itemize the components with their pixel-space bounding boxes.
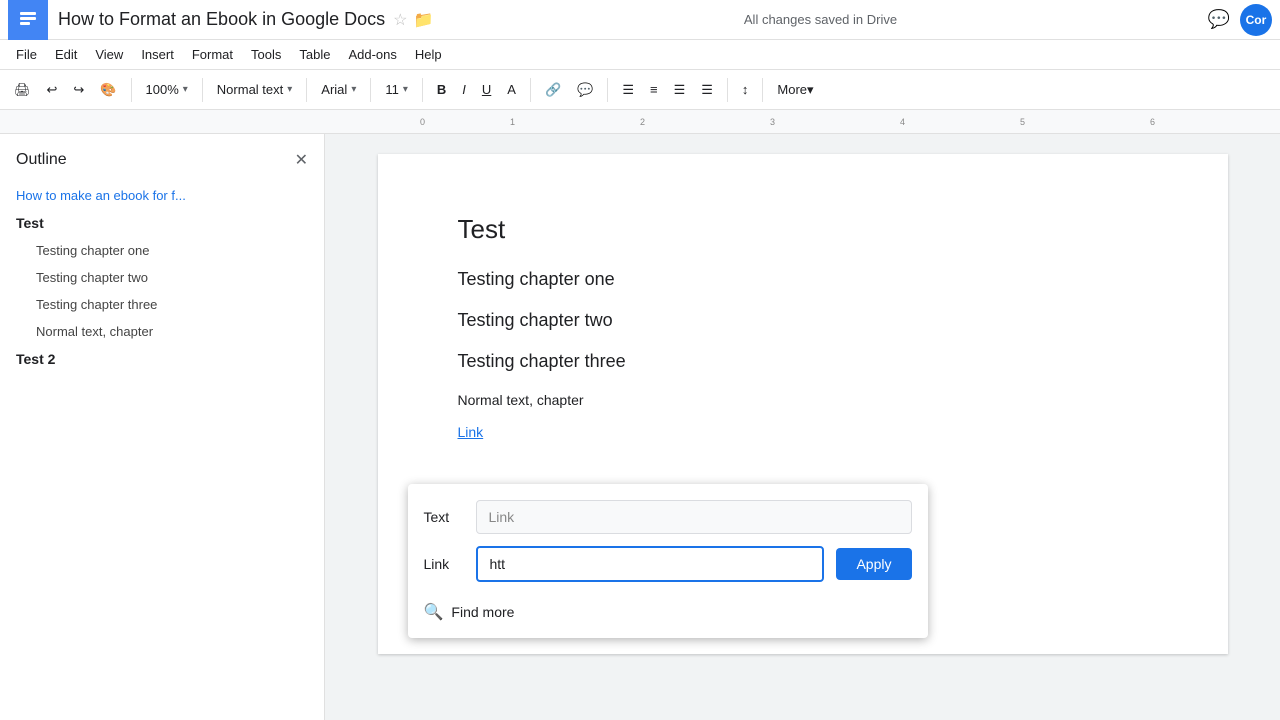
ruler: 0 1 2 3 4 5 6 — [0, 110, 1280, 134]
toolbar: 🖨 ↩ ↪ 🎨 100% ▾ Normal text ▾ Arial ▾ 11 … — [0, 70, 1280, 110]
undo-btn[interactable]: ↩ — [41, 75, 64, 105]
divider2 — [202, 78, 203, 102]
style-value: Normal text — [217, 82, 283, 97]
menu-file[interactable]: File — [8, 44, 45, 65]
doc-heading-3: Testing chapter three — [458, 351, 1148, 372]
menu-edit[interactable]: Edit — [47, 44, 85, 65]
chat-icon[interactable]: 💬 — [1208, 9, 1230, 30]
doc-page: Test Testing chapter one Testing chapter… — [378, 154, 1228, 654]
style-select[interactable]: Normal text ▾ — [211, 75, 299, 105]
link-popup-text-row: Text — [424, 500, 912, 534]
doc-heading-1: Testing chapter one — [458, 269, 1148, 290]
link-popup: Text Link Apply 🔍 Find more — [408, 484, 928, 638]
ruler-mark-5: 5 — [1020, 117, 1025, 127]
link-label: Link — [424, 556, 464, 572]
doc-link-text: Link — [458, 424, 1148, 440]
ruler-mark-3: 3 — [770, 117, 775, 127]
redo-btn[interactable]: ↪ — [67, 75, 90, 105]
divider9 — [762, 78, 763, 102]
doc-normal-text: Normal text, chapter — [458, 392, 1148, 408]
divider8 — [727, 78, 728, 102]
star-icon[interactable]: ☆ — [393, 10, 407, 30]
link-popup-link-row: Link Apply — [424, 546, 912, 582]
top-bar: How to Format an Ebook in Google Docs ☆ … — [0, 0, 1280, 40]
doc-link[interactable]: Link — [458, 424, 484, 440]
align-center-btn[interactable]: ≡ — [644, 75, 664, 105]
ruler-mark-6: 6 — [1150, 117, 1155, 127]
text-label: Text — [424, 509, 464, 525]
align-left-btn[interactable]: ☰ — [616, 75, 640, 105]
doc-area[interactable]: Test Testing chapter one Testing chapter… — [325, 134, 1280, 720]
text-input[interactable] — [476, 500, 912, 534]
font-arrow: ▾ — [351, 84, 356, 95]
sidebar-title: Outline — [16, 151, 67, 169]
sidebar-close-btn[interactable]: ✕ — [295, 150, 308, 170]
bold-btn[interactable]: B — [431, 75, 452, 105]
apply-button[interactable]: Apply — [836, 548, 911, 580]
ruler-mark-4: 4 — [900, 117, 905, 127]
sidebar-item-5[interactable]: Normal text, chapter — [0, 318, 324, 345]
menu-help[interactable]: Help — [407, 44, 450, 65]
link-btn[interactable]: 🔗 — [539, 75, 567, 105]
sidebar-item-2[interactable]: Testing chapter one — [0, 237, 324, 264]
divider6 — [530, 78, 531, 102]
menu-table[interactable]: Table — [291, 44, 338, 65]
divider4 — [370, 78, 371, 102]
find-more-row[interactable]: 🔍 Find more — [424, 594, 912, 622]
zoom-arrow: ▾ — [183, 84, 188, 95]
zoom-select[interactable]: 100% ▾ — [140, 75, 194, 105]
sidebar-item-3[interactable]: Testing chapter two — [0, 264, 324, 291]
menu-addons[interactable]: Add-ons — [340, 44, 404, 65]
doc-page-title: Test — [458, 214, 1148, 245]
sidebar-item-6[interactable]: Test 2 — [0, 345, 324, 373]
menu-format[interactable]: Format — [184, 44, 241, 65]
user-avatar[interactable]: Cor — [1240, 4, 1272, 36]
menu-tools[interactable]: Tools — [243, 44, 289, 65]
ruler-mark-0: 0 — [420, 117, 425, 127]
size-value: 11 — [385, 82, 399, 97]
divider3 — [306, 78, 307, 102]
outline-sidebar: Outline ✕ How to make an ebook for f... … — [0, 134, 325, 720]
folder-icon[interactable]: 📁 — [414, 10, 434, 30]
more-btn[interactable]: More ▾ — [771, 75, 819, 105]
saved-status: All changes saved in Drive — [744, 12, 897, 27]
divider7 — [607, 78, 608, 102]
divider1 — [131, 78, 132, 102]
print-btn[interactable]: 🖨 — [8, 75, 37, 105]
font-select[interactable]: Arial ▾ — [315, 75, 362, 105]
text-color-btn[interactable]: A — [501, 75, 522, 105]
sidebar-item-4[interactable]: Testing chapter three — [0, 291, 324, 318]
sidebar-header: Outline ✕ — [0, 150, 324, 182]
menu-insert[interactable]: Insert — [133, 44, 182, 65]
menu-bar: File Edit View Insert Format Tools Table… — [0, 40, 1280, 70]
doc-heading-2: Testing chapter two — [458, 310, 1148, 331]
size-arrow: ▾ — [403, 84, 408, 95]
search-icon: 🔍 — [424, 602, 444, 622]
paint-format-btn[interactable]: 🎨 — [94, 75, 122, 105]
sidebar-item-0[interactable]: How to make an ebook for f... — [0, 182, 324, 209]
ruler-mark-2: 2 — [640, 117, 645, 127]
italic-btn[interactable]: I — [456, 75, 472, 105]
sidebar-item-1[interactable]: Test — [0, 209, 324, 237]
link-input[interactable] — [476, 546, 825, 582]
more-arrow: ▾ — [807, 82, 814, 98]
app-icon[interactable] — [8, 0, 48, 40]
doc-title: How to Format an Ebook in Google Docs — [58, 9, 385, 30]
size-select[interactable]: 11 ▾ — [379, 75, 414, 105]
line-spacing-btn[interactable]: ↕ — [736, 75, 755, 105]
menu-view[interactable]: View — [87, 44, 131, 65]
align-right-btn[interactable]: ☰ — [668, 75, 692, 105]
main-layout: Outline ✕ How to make an ebook for f... … — [0, 134, 1280, 720]
ruler-mark-1: 1 — [510, 117, 515, 127]
find-more-label: Find more — [451, 604, 514, 620]
style-arrow: ▾ — [287, 84, 292, 95]
divider5 — [422, 78, 423, 102]
justify-btn[interactable]: ☰ — [695, 75, 719, 105]
zoom-value: 100% — [146, 82, 179, 97]
underline-btn[interactable]: U — [476, 75, 497, 105]
font-value: Arial — [321, 82, 347, 97]
more-label: More — [777, 82, 807, 97]
comment-btn[interactable]: 💬 — [571, 75, 599, 105]
